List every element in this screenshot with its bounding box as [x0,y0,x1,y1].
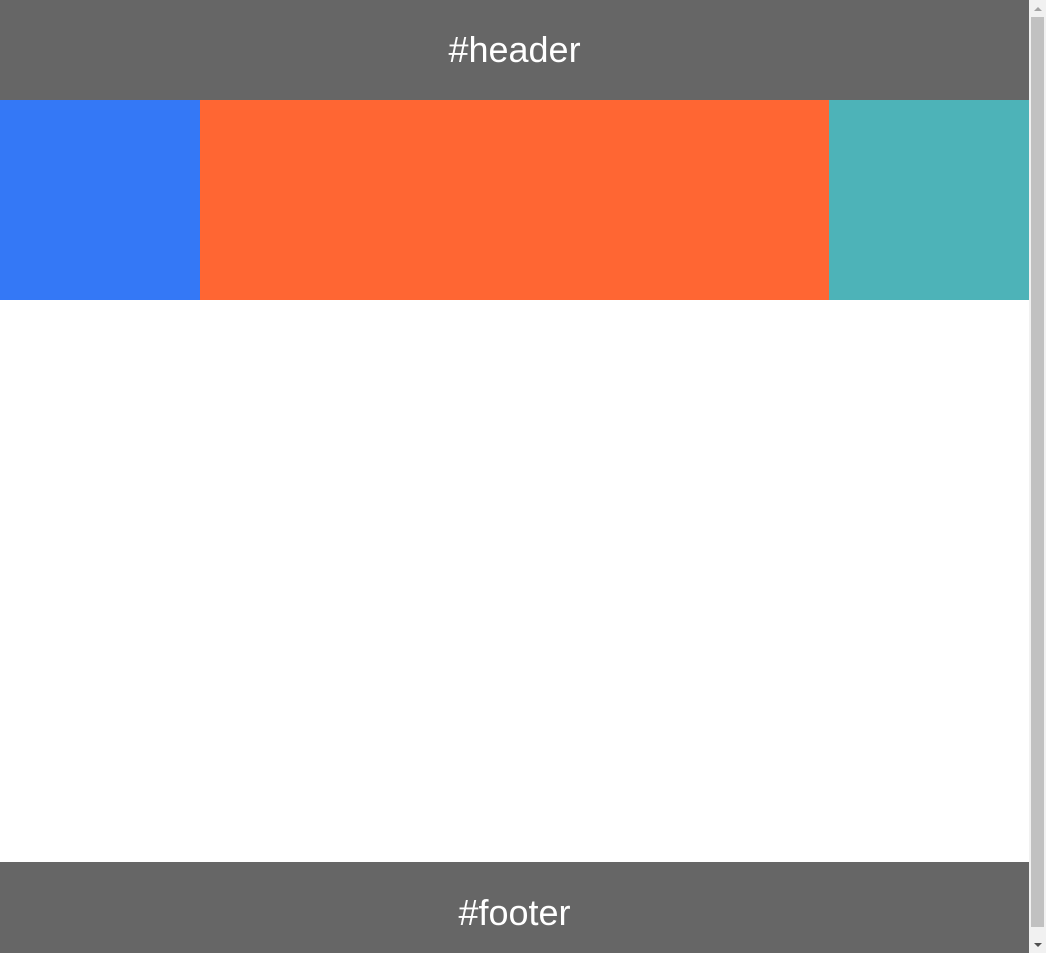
footer: #footer [0,862,1029,953]
right-column [829,100,1029,300]
scroll-down-button[interactable] [1029,936,1046,953]
scroll-up-button[interactable] [1029,0,1046,17]
footer-label: #footer [458,892,571,933]
left-column [0,100,200,300]
main-column [200,100,829,300]
browser-viewport: #header #footer [0,0,1046,953]
page: #header #footer [0,0,1029,953]
scroll-thumb[interactable] [1031,17,1044,927]
arrow-up-icon [1033,6,1042,11]
columns-row [0,100,1029,300]
header: #header [0,0,1029,100]
header-label: #header [448,29,581,70]
vertical-scrollbar[interactable] [1029,0,1046,953]
arrow-down-icon [1033,942,1042,947]
